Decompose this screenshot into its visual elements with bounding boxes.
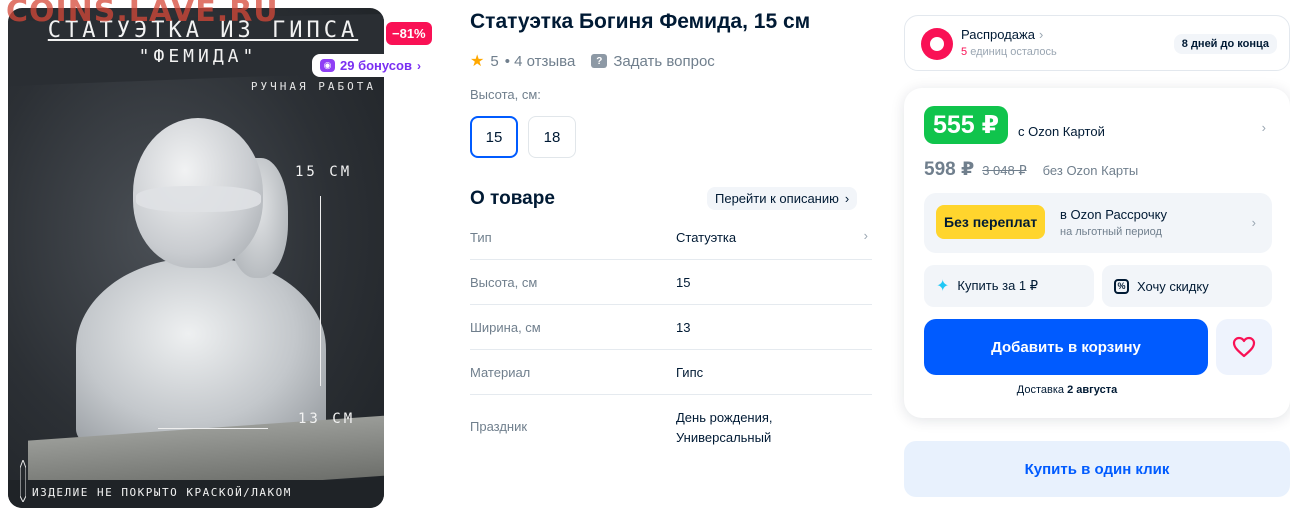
- spec-value: 15: [676, 275, 691, 290]
- heart-icon: [1232, 336, 1256, 358]
- chevron-right-icon: ›: [416, 58, 421, 73]
- spec-key: Тип: [470, 230, 492, 245]
- about-title: О товаре: [470, 188, 555, 209]
- buy-for-one-button[interactable]: ✦ Купить за 1 ₽: [924, 265, 1094, 307]
- discount-icon: %: [1114, 278, 1129, 294]
- card-price-note: с Ozon Картой: [1018, 124, 1105, 139]
- discount-badge: −81%: [386, 22, 432, 45]
- spec-value-line1: День рождения,: [676, 410, 773, 425]
- spec-key: Ширина, см: [470, 320, 541, 335]
- chevron-right-icon: ›: [844, 191, 850, 206]
- pen-icon: [20, 460, 26, 502]
- rating-row: ★ 5 • 4 отзыва ? Задать вопрос: [470, 51, 715, 71]
- favorite-button[interactable]: [1216, 319, 1272, 375]
- star-icon: ★: [470, 53, 485, 70]
- bonus-label: 29 бонусов: [340, 58, 412, 73]
- image-note: ИЗДЕЛИЕ НЕ ПОКРЫТО КРАСКОЙ/ЛАКОМ: [32, 486, 292, 499]
- image-handmade-label: РУЧНАЯ РАБОТА: [250, 80, 376, 93]
- spec-value: 13: [676, 320, 691, 335]
- sale-units-count: 5: [961, 46, 968, 58]
- goto-description-button[interactable]: Перейти к описанию ›: [707, 187, 858, 210]
- spec-key: Материал: [470, 365, 531, 380]
- statue-blindfold: [136, 186, 261, 212]
- sparkle-icon: ✦: [936, 278, 950, 295]
- chevron-right-icon[interactable]: ›: [1262, 120, 1266, 135]
- ask-question-label: Задать вопрос: [613, 52, 715, 70]
- height-measure-line: [320, 196, 321, 386]
- regular-price: 598 ₽: [924, 159, 975, 180]
- installment-badge: Без переплат: [936, 205, 1046, 239]
- ask-question-button[interactable]: ? Задать вопрос: [591, 52, 715, 70]
- variant-label: Высота, см:: [470, 87, 541, 102]
- spec-value: Гипс: [676, 365, 704, 380]
- want-discount-button[interactable]: % Хочу скидку: [1102, 265, 1272, 307]
- divider: [470, 259, 872, 260]
- installment-block[interactable]: Без переплат в Ozon Рассрочку на льготны…: [924, 193, 1272, 253]
- old-price: 3 048 ₽: [982, 163, 1027, 178]
- spec-key: Праздник: [470, 419, 528, 434]
- buy-for-one-label: Купить за 1 ₽: [957, 278, 1039, 293]
- spec-key: Высота, см: [470, 275, 538, 290]
- regular-price-row: 598 ₽ 3 048 ₽ без Ozon Карты: [924, 158, 1138, 181]
- spec-value[interactable]: Статуэтка: [676, 228, 736, 248]
- spec-value-line2: Универсальный: [676, 430, 772, 445]
- bonus-icon: ◉: [320, 59, 335, 72]
- no-card-note: без Ozon Карты: [1042, 163, 1139, 178]
- add-to-cart-button[interactable]: Добавить в корзину: [924, 319, 1208, 375]
- sale-banner[interactable]: Распродажа › 5 единиц осталось 8 дней до …: [904, 15, 1290, 71]
- reviews-link[interactable]: • 4 отзыва: [505, 53, 576, 70]
- image-width-caption: 13 СМ: [298, 411, 356, 427]
- sale-title: Распродажа ›: [961, 27, 1043, 42]
- chevron-right-icon[interactable]: ›: [864, 228, 868, 243]
- product-image[interactable]: СТАТУЭТКА ИЗ ГИПСА "ФЕМИДА" РУЧНАЯ РАБОТ…: [8, 8, 384, 508]
- chevron-right-icon: ›: [1038, 27, 1044, 42]
- sale-days-left: 8 дней до конца: [1173, 34, 1277, 54]
- variant-option-18[interactable]: 18: [528, 116, 576, 158]
- installment-title: в Ozon Рассрочку: [1060, 207, 1167, 222]
- want-discount-label: Хочу скидку: [1137, 278, 1209, 294]
- variant-option-15[interactable]: 15: [470, 116, 518, 158]
- divider: [470, 394, 872, 395]
- delivery-date: 2 августа: [1067, 384, 1118, 396]
- sale-logo-icon: [921, 28, 953, 60]
- width-measure-line: [158, 428, 268, 429]
- divider: [470, 349, 872, 350]
- image-height-caption: 15 СМ: [295, 164, 353, 180]
- product-title: Статуэтка Богиня Фемида, 15 см: [470, 10, 811, 33]
- image-subtitle: "ФЕМИДА": [138, 46, 258, 67]
- sale-units-left: 5 единиц осталось: [961, 46, 1057, 58]
- bonus-badge[interactable]: ◉ 29 бонусов ›: [312, 54, 429, 77]
- goto-description-label: Перейти к описанию: [715, 191, 839, 206]
- rating-value: 5: [490, 52, 499, 70]
- statue-body: [76, 258, 326, 448]
- chevron-right-icon: ›: [1251, 215, 1256, 230]
- delivery-info: Доставка 2 августа: [904, 384, 1230, 396]
- price-card: 555 ₽ с Ozon Картой › 598 ₽ 3 048 ₽ без …: [904, 88, 1290, 418]
- delivery-prefix: Доставка: [1016, 384, 1065, 396]
- watermark: COINS.LAVE.RU: [6, 0, 279, 29]
- divider: [470, 304, 872, 305]
- sale-units-text: единиц осталось: [970, 46, 1057, 58]
- sale-title-label: Распродажа: [961, 27, 1035, 42]
- installment-subtitle: на льготный период: [1060, 226, 1162, 238]
- question-icon: ?: [591, 54, 608, 68]
- card-price[interactable]: 555 ₽: [924, 106, 1009, 144]
- buy-one-click-button[interactable]: Купить в один клик: [904, 441, 1290, 497]
